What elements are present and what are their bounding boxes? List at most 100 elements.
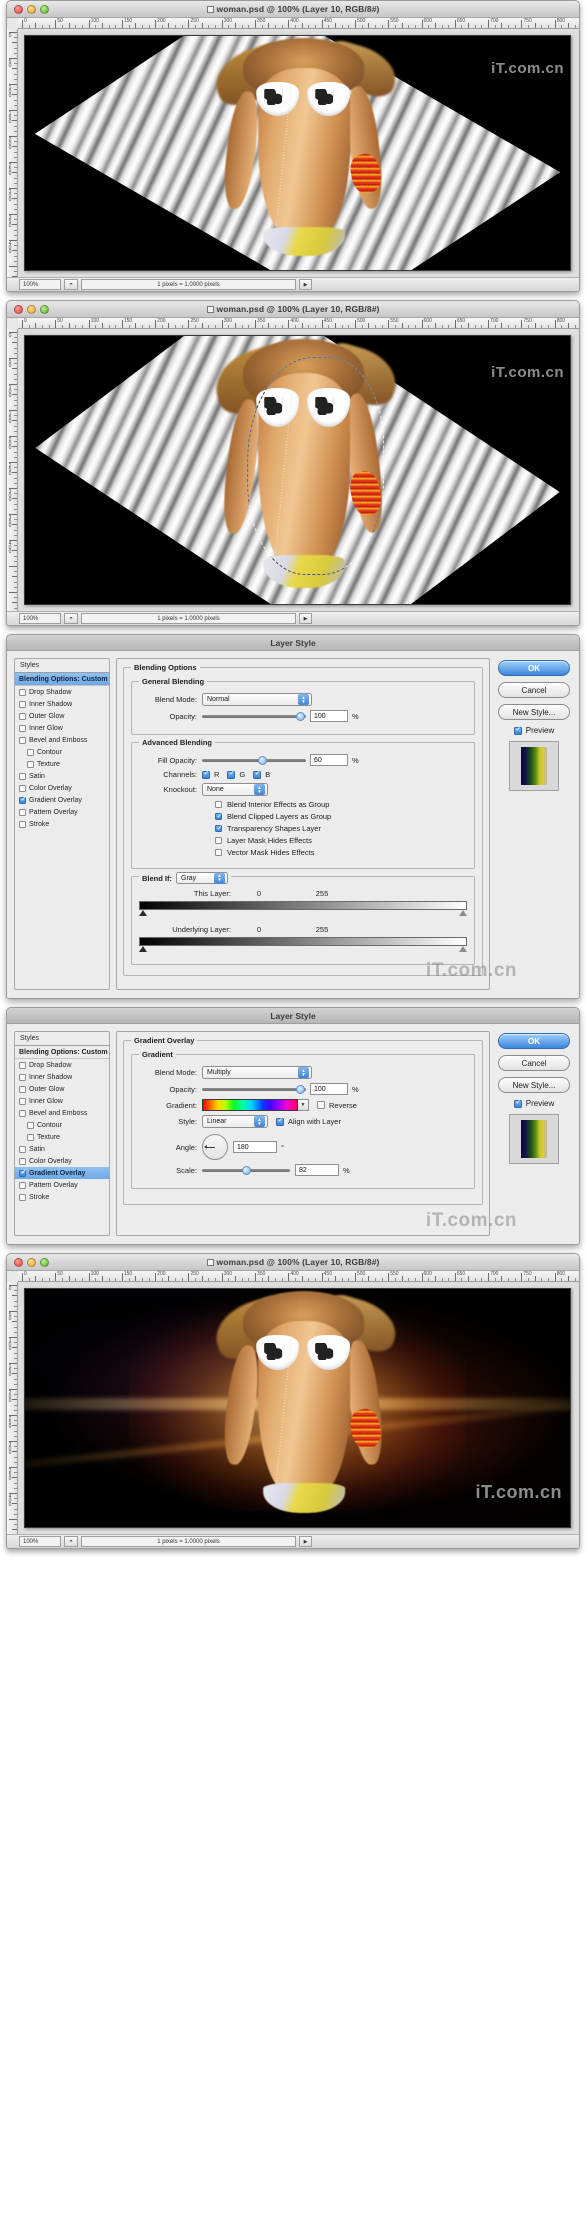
sidebar-item-gradient-overlay[interactable]: Gradient Overlay <box>15 1167 109 1179</box>
document-canvas[interactable]: iT.com.cn <box>24 35 571 271</box>
window-titlebar[interactable]: woman.psd @ 100% (Layer 10, RGB/8#) <box>7 1 579 18</box>
checkbox-icon[interactable] <box>19 1181 26 1189</box>
this-layer-slider[interactable] <box>139 901 467 918</box>
checkbox-icon[interactable] <box>27 748 34 756</box>
new-style-button[interactable]: New Style... <box>498 1077 570 1093</box>
checkbox-icon[interactable] <box>19 1097 26 1105</box>
sidebar-item-outer-glow[interactable]: Outer Glow <box>15 1083 109 1095</box>
chevron-updown-icon[interactable]: ▲ ▼ <box>254 1116 265 1127</box>
channel-g[interactable]: G <box>227 769 245 779</box>
new-style-button[interactable]: New Style... <box>498 704 570 720</box>
sidebar-item-inner-glow[interactable]: Inner Glow <box>15 1095 109 1107</box>
slider-knob[interactable] <box>242 1165 251 1175</box>
sidebar-item-texture[interactable]: Texture <box>15 1131 109 1143</box>
checkbox-icon[interactable] <box>202 769 210 779</box>
canvas-area[interactable]: iT.com.cn <box>18 329 579 611</box>
checkbox-icon[interactable] <box>19 1168 27 1177</box>
sidebar-item-color-overlay[interactable]: Color Overlay <box>15 782 109 794</box>
sidebar-item-contour[interactable]: Contour <box>15 1119 109 1131</box>
blend-mode-select[interactable]: Multiply ▲ ▼ <box>202 1066 312 1079</box>
horizontal-ruler[interactable]: 0 50 100 150 200 250 300 350 400 450 500 550 600 650 7… <box>18 18 579 29</box>
checkbox-icon[interactable] <box>19 700 26 708</box>
styles-list[interactable]: Styles Blending Options: Custom Drop Sha… <box>14 1031 110 1236</box>
status-menu-icon[interactable]: ◓ <box>64 1536 78 1547</box>
horizontal-ruler[interactable]: 0 50 100 150 200 250 300 350 400 450 500 550 600 650 7… <box>18 1271 579 1282</box>
reverse-checkbox-row[interactable]: Reverse <box>317 1101 357 1110</box>
checkbox-icon[interactable] <box>513 1098 522 1108</box>
chevron-down-icon[interactable]: ▼ <box>298 1099 309 1111</box>
status-expand-arrow[interactable]: ▶ <box>299 613 312 624</box>
scale-slider[interactable] <box>202 1164 290 1176</box>
checkbox-icon[interactable] <box>19 736 26 744</box>
option-blend-interior-effects[interactable]: Blend Interior Effects as Group <box>215 800 467 809</box>
checkbox-icon[interactable] <box>27 1121 34 1129</box>
slider-stop-black[interactable] <box>139 910 147 916</box>
slider-knob[interactable] <box>296 711 305 721</box>
checkbox-icon[interactable] <box>19 820 26 828</box>
align-with-layer-row[interactable]: Align with Layer <box>276 1116 341 1126</box>
checkbox-icon[interactable] <box>19 1145 26 1153</box>
sidebar-item-blending-options[interactable]: Blending Options: Custom <box>15 673 109 686</box>
sidebar-item-contour[interactable]: Contour <box>15 746 109 758</box>
slider-knob[interactable] <box>258 755 267 765</box>
vertical-ruler[interactable]: 0 50 100 150 200 250 300 350 400 <box>7 29 18 277</box>
sidebar-item-stroke[interactable]: Stroke <box>15 818 109 830</box>
checkbox-icon[interactable] <box>19 1061 26 1069</box>
angle-input[interactable]: 180 <box>233 1141 277 1153</box>
preview-checkbox-row[interactable]: Preview <box>513 725 554 735</box>
sidebar-item-bevel-and-emboss[interactable]: Bevel and Emboss <box>15 734 109 746</box>
slider-stop-white[interactable] <box>459 946 467 952</box>
zoom-level-field[interactable]: 100% <box>19 1536 61 1547</box>
opacity-input[interactable]: 100 <box>310 710 348 722</box>
checkbox-icon[interactable] <box>215 812 223 821</box>
sidebar-item-color-overlay[interactable]: Color Overlay <box>15 1155 109 1167</box>
option-vector-mask-hides-effects[interactable]: Vector Mask Hides Effects <box>215 848 467 857</box>
cancel-button[interactable]: Cancel <box>498 682 570 698</box>
sidebar-item-satin[interactable]: Satin <box>15 770 109 782</box>
checkbox-icon[interactable] <box>19 772 26 780</box>
option-transparency-shapes-layer[interactable]: Transparency Shapes Layer <box>215 824 467 833</box>
gradient-preview-swatch[interactable] <box>202 1099 298 1111</box>
checkbox-icon[interactable] <box>27 760 34 768</box>
slider-knob[interactable] <box>296 1084 305 1094</box>
vertical-ruler[interactable]: 0 50 100 150 200 250 300 350 400 <box>7 329 18 611</box>
slider-stops[interactable] <box>139 946 467 954</box>
window-traffic-lights[interactable] <box>14 1257 49 1267</box>
opacity-slider[interactable] <box>202 1083 306 1095</box>
checkbox-icon[interactable] <box>19 795 27 804</box>
fill-opacity-slider[interactable] <box>202 754 306 766</box>
zoom-level-field[interactable]: 100% <box>19 279 61 290</box>
sidebar-item-stroke[interactable]: Stroke <box>15 1191 109 1203</box>
status-menu-icon[interactable]: ◓ <box>64 613 78 624</box>
zoom-level-field[interactable]: 100% <box>19 613 61 624</box>
horizontal-ruler[interactable]: 0 50 100 150 200 250 300 350 400 450 500 550 600 650 7… <box>18 318 579 329</box>
status-expand-arrow[interactable]: ▶ <box>299 279 312 290</box>
status-menu-icon[interactable]: ◓ <box>64 279 78 290</box>
checkbox-icon[interactable] <box>317 1101 325 1109</box>
sidebar-item-pattern-overlay[interactable]: Pattern Overlay <box>15 1179 109 1191</box>
option-layer-mask-hides-effects[interactable]: Layer Mask Hides Effects <box>215 836 467 845</box>
window-titlebar[interactable]: woman.psd @ 100% (Layer 10, RGB/8#) <box>7 1254 579 1271</box>
checkbox-icon[interactable] <box>19 808 26 816</box>
ok-button[interactable]: OK <box>498 1033 570 1049</box>
preview-checkbox-row[interactable]: Preview <box>513 1098 554 1108</box>
close-icon[interactable] <box>14 304 23 314</box>
option-blend-clipped-layers[interactable]: Blend Clipped Layers as Group <box>215 812 467 821</box>
slider-stop-white[interactable] <box>459 910 467 916</box>
styles-list[interactable]: Styles Blending Options: Custom Drop Sha… <box>14 658 110 990</box>
checkbox-icon[interactable] <box>513 725 522 735</box>
checkbox-icon[interactable] <box>215 824 223 833</box>
sidebar-item-inner-glow[interactable]: Inner Glow <box>15 722 109 734</box>
sidebar-item-blending-options[interactable]: Blending Options: Custom <box>15 1046 109 1059</box>
window-titlebar[interactable]: woman.psd @ 100% (Layer 10, RGB/8#) <box>7 301 579 318</box>
document-canvas[interactable]: iT.com.cn <box>24 1288 571 1528</box>
document-canvas[interactable]: iT.com.cn <box>24 335 571 605</box>
slider-stops[interactable] <box>139 910 467 918</box>
fill-opacity-input[interactable]: 60 <box>310 754 348 766</box>
window-traffic-lights[interactable] <box>14 304 49 314</box>
channel-b[interactable]: B <box>253 769 270 779</box>
vertical-ruler[interactable]: 0 50 100 150 200 250 300 350 400 <box>7 1282 18 1534</box>
sidebar-item-satin[interactable]: Satin <box>15 1143 109 1155</box>
checkbox-icon[interactable] <box>19 688 26 696</box>
blend-mode-select[interactable]: Normal ▲ ▼ <box>202 693 312 706</box>
